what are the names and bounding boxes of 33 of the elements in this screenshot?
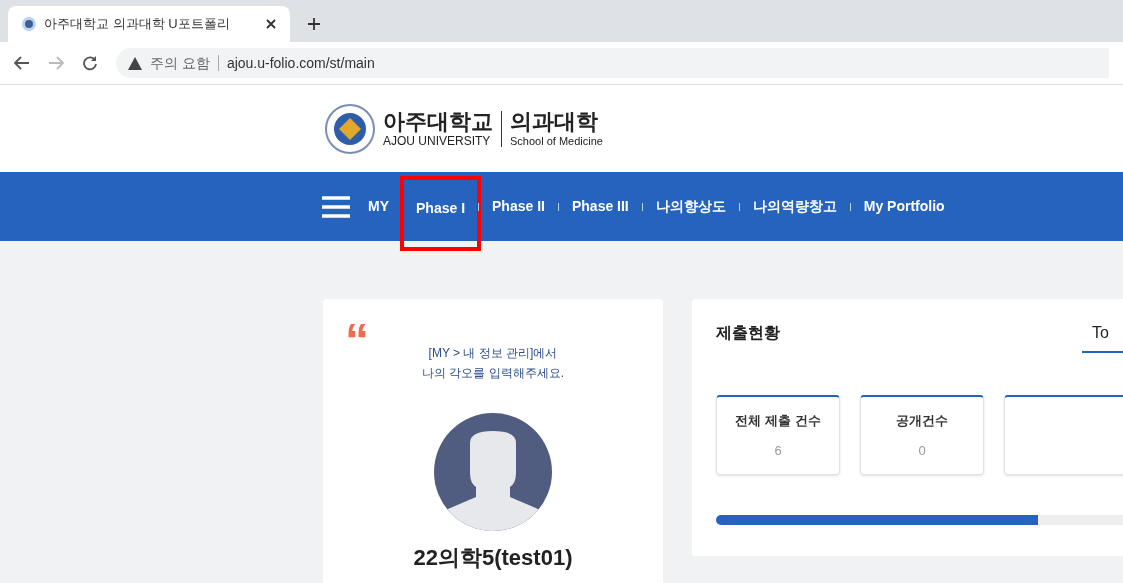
stat-label: 공개건수 bbox=[896, 412, 948, 430]
stat-value: 0 bbox=[918, 441, 926, 460]
url-text: ajou.u-folio.com/st/main bbox=[226, 53, 375, 73]
browser-tab[interactable]: 아주대학교 의과대학 U포트폴리 bbox=[8, 6, 290, 42]
reload-icon[interactable] bbox=[82, 55, 98, 71]
university-logo-icon bbox=[325, 103, 375, 154]
logo-korean: 아주대학교 bbox=[383, 109, 493, 134]
warning-icon bbox=[128, 56, 142, 70]
school-english: School of Medicine bbox=[510, 133, 603, 148]
stat-label: 전체 제출 건수 bbox=[735, 412, 821, 430]
tab[interactable]: To bbox=[1082, 321, 1123, 353]
quote-mark: “ bbox=[345, 317, 369, 365]
user-name: 22의학5(test01) bbox=[413, 545, 573, 571]
stat-value: 6 bbox=[774, 441, 782, 460]
menu-icon[interactable] bbox=[322, 195, 350, 218]
nav-link[interactable]: 나의역량창고 bbox=[752, 196, 837, 217]
profile-message: [MY > 내 정보 관리]에서 나의 각오를 입력해주세요. bbox=[422, 345, 564, 382]
favicon-icon bbox=[22, 17, 36, 31]
new-tab-icon[interactable] bbox=[308, 18, 320, 30]
back-icon[interactable] bbox=[14, 56, 30, 70]
nav-link[interactable]: MY bbox=[368, 196, 389, 217]
security-label: 주의 요함 bbox=[150, 53, 210, 73]
address-bar[interactable]: 주의 요함 ajou.u-folio.com/st/main bbox=[116, 48, 1109, 78]
school-korean: 의과대학 bbox=[510, 109, 599, 134]
tab-title: 아주대학교 의과대학 U포트폴리 bbox=[44, 15, 231, 34]
close-icon[interactable] bbox=[266, 19, 276, 29]
nav-link[interactable]: Phase III bbox=[571, 196, 629, 217]
logo-english: AJOU UNIVERSITY bbox=[383, 133, 492, 148]
section-title: 제출현황 bbox=[716, 323, 780, 343]
nav-link[interactable]: Phase II bbox=[492, 196, 545, 217]
nav-link[interactable]: Phase I bbox=[400, 176, 482, 251]
nav-link[interactable]: My Portfolio bbox=[863, 196, 945, 217]
nav-link[interactable]: 나의향상도 bbox=[655, 196, 726, 217]
